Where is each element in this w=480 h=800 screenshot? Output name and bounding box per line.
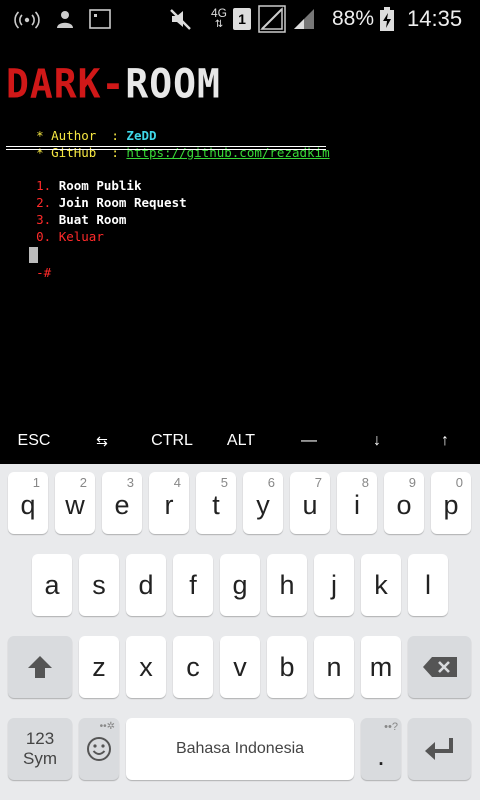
key-b[interactable]: b <box>267 636 307 698</box>
shift-key[interactable] <box>8 636 72 698</box>
key-a[interactable]: a <box>32 554 72 616</box>
key-l[interactable]: l <box>408 554 448 616</box>
battery-charging-icon <box>380 0 394 38</box>
battery-percent: 88% <box>332 7 375 30</box>
key-k[interactable]: k <box>361 554 401 616</box>
tab-key[interactable]: ⇆ <box>68 418 136 464</box>
text-cursor <box>29 247 38 263</box>
network-icon: 4G ⇅ <box>211 6 228 30</box>
key-q[interactable]: 1q <box>8 472 48 534</box>
key-y[interactable]: 6y <box>243 472 283 534</box>
user-icon <box>55 0 75 38</box>
key-o[interactable]: 9o <box>384 472 424 534</box>
shift-icon <box>28 656 52 678</box>
ctrl-key[interactable]: CTRL <box>136 418 208 464</box>
backspace-icon <box>422 657 457 677</box>
sim-slot-label: 1 <box>238 11 246 27</box>
mute-icon <box>168 0 194 38</box>
key-t[interactable]: 5t <box>196 472 236 534</box>
key-c[interactable]: c <box>173 636 213 698</box>
extra-keys-bar: ESC ⇆ CTRL ALT — ↓ ↑ <box>0 418 480 464</box>
key-g[interactable]: g <box>220 554 260 616</box>
alt-key[interactable]: ALT <box>208 418 274 464</box>
network-type-label: 4G <box>211 6 228 20</box>
screenshot-icon <box>89 0 111 38</box>
space-key[interactable]: Bahasa Indonesia <box>126 718 354 780</box>
key-x[interactable]: x <box>126 636 166 698</box>
status-bar: 4G ⇅ 1 88% 14:35 <box>0 0 480 38</box>
enter-key[interactable] <box>408 718 471 780</box>
emoji-key[interactable]: ••✲ <box>79 718 119 780</box>
banner-logo: DARK-ROOM <box>6 60 221 108</box>
backspace-key[interactable] <box>408 636 471 698</box>
arrow-up-key[interactable]: ↑ <box>410 418 480 464</box>
key-d[interactable]: d <box>126 554 166 616</box>
enter-icon <box>424 738 453 760</box>
key-u[interactable]: 7u <box>290 472 330 534</box>
key-p[interactable]: 0p <box>431 472 471 534</box>
key-i[interactable]: 8i <box>337 472 377 534</box>
sim-icon: 1 <box>233 0 251 38</box>
key-s[interactable]: s <box>79 554 119 616</box>
key-z[interactable]: z <box>79 636 119 698</box>
signal-icon <box>292 0 316 38</box>
key-w[interactable]: 2w <box>55 472 95 534</box>
signal-empty-icon <box>258 0 286 38</box>
symbols-key[interactable]: 123 Sym <box>8 718 72 780</box>
esc-key[interactable]: ESC <box>0 418 68 464</box>
clock: 14:35 <box>407 6 463 31</box>
terminal-view[interactable]: DARK-ROOM * Author : ZeDD * GitHub : htt… <box>0 38 480 418</box>
dash-key[interactable]: — <box>274 418 344 464</box>
key-e[interactable]: 3e <box>102 472 142 534</box>
emoji-icon <box>87 737 111 761</box>
wifi-hotspot-icon <box>14 0 40 38</box>
arrow-down-key[interactable]: ↓ <box>344 418 410 464</box>
soft-keyboard: 1q 2w 3e 4r 5t 6y 7u 8i 9o 0p a s d f g … <box>0 464 480 800</box>
key-m[interactable]: m <box>361 636 401 698</box>
divider-rule <box>6 146 326 150</box>
key-r[interactable]: 4r <box>149 472 189 534</box>
key-n[interactable]: n <box>314 636 354 698</box>
period-key[interactable]: ••? . <box>361 718 401 780</box>
key-v[interactable]: v <box>220 636 260 698</box>
key-j[interactable]: j <box>314 554 354 616</box>
key-h[interactable]: h <box>267 554 307 616</box>
key-f[interactable]: f <box>173 554 213 616</box>
